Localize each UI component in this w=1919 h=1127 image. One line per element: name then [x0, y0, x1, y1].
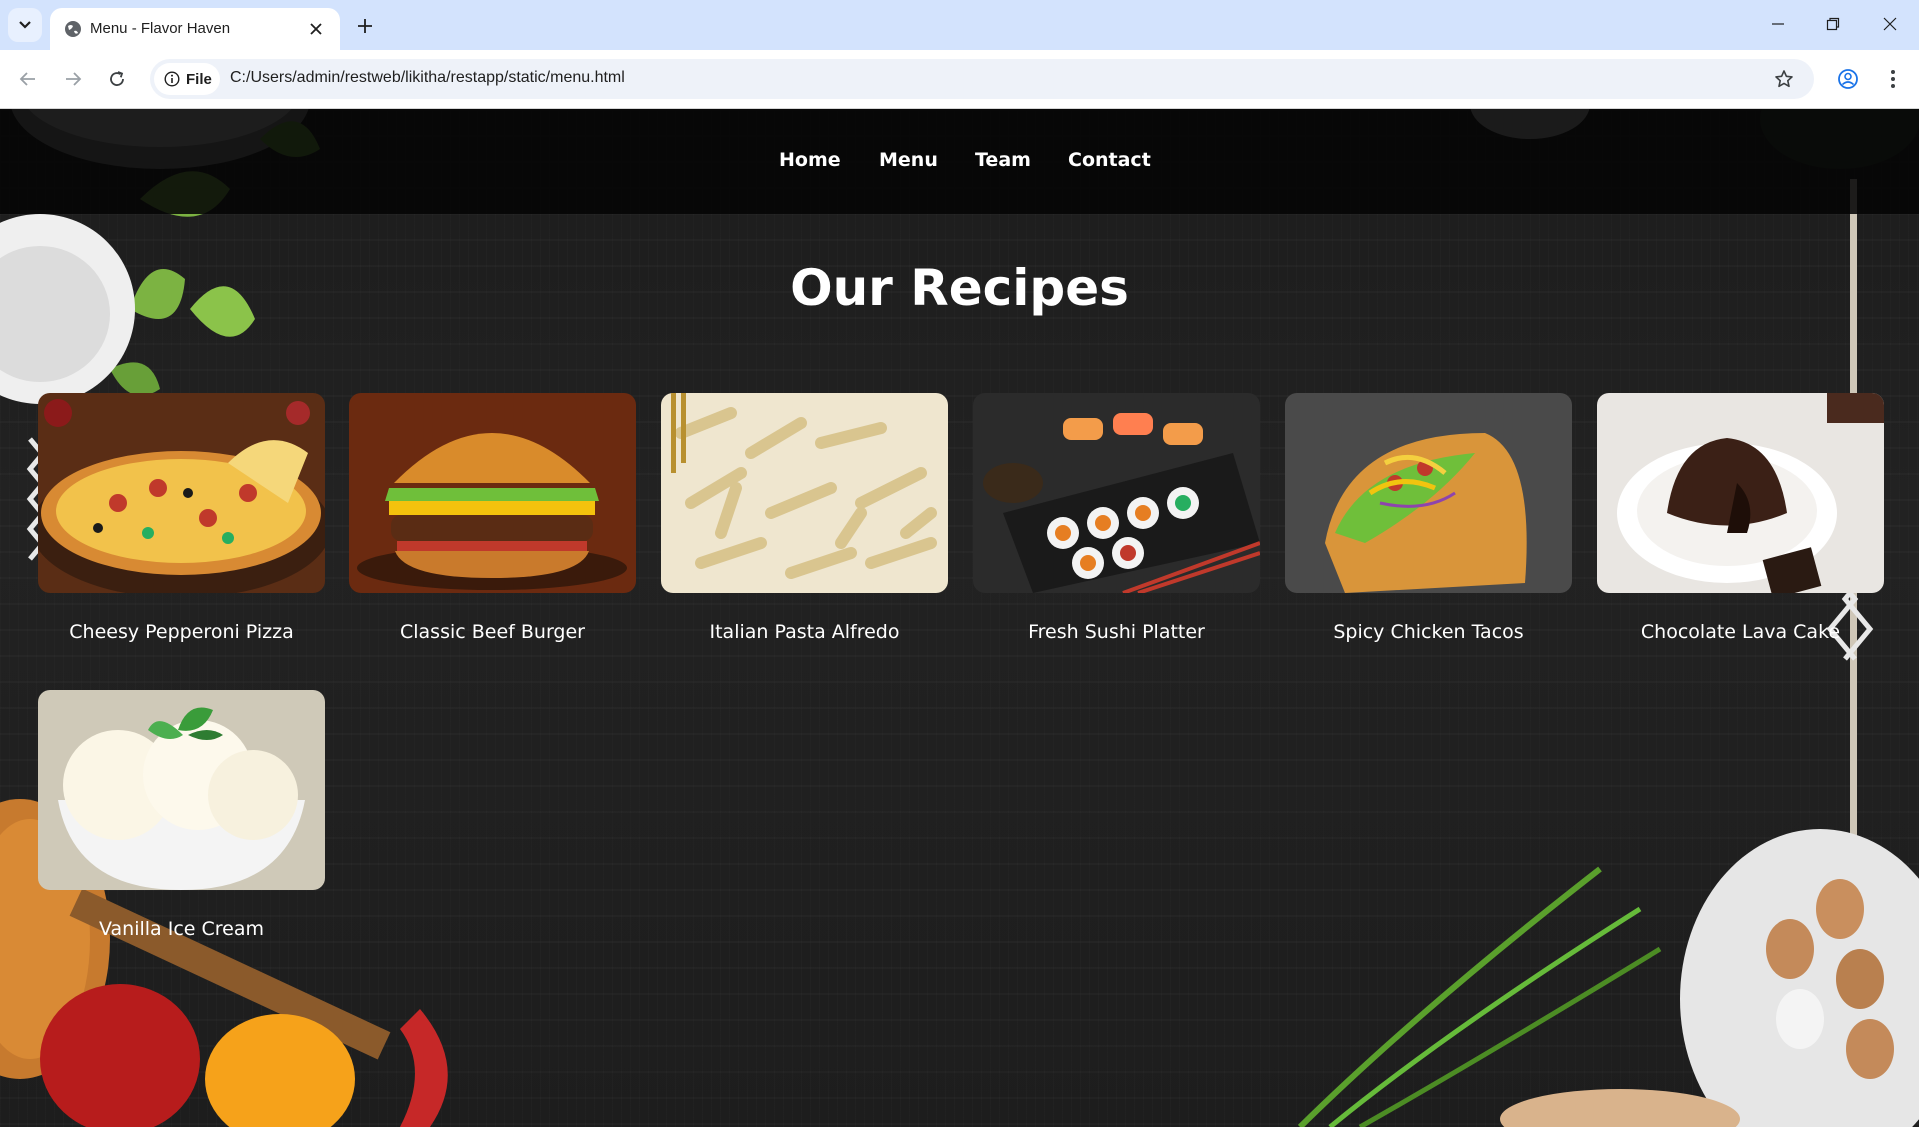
- arrow-left-icon: [19, 72, 35, 86]
- sushi-image: [973, 393, 1260, 593]
- profile-icon: [1838, 69, 1858, 89]
- recipe-name: Fresh Sushi Platter: [1028, 621, 1205, 643]
- recipe-card[interactable]: Spicy Chicken Tacos: [1285, 393, 1572, 643]
- close-tab-button[interactable]: [306, 19, 326, 39]
- lava-cake-image: [1597, 393, 1884, 593]
- recipe-name: Classic Beef Burger: [399, 621, 585, 643]
- nav-link-home[interactable]: Home: [779, 149, 841, 171]
- browser-tab-strip: Menu - Flavor Haven: [0, 0, 1919, 50]
- recipe-name: Cheesy Pepperoni Pizza: [69, 621, 294, 643]
- active-tab[interactable]: Menu - Flavor Haven: [50, 8, 340, 50]
- page-viewport: Home Menu Team Contact Our Recipes Chees…: [0, 109, 1919, 1127]
- star-icon: [1775, 70, 1793, 88]
- bookmark-button[interactable]: [1772, 67, 1796, 91]
- nav-link-team[interactable]: Team: [975, 149, 1031, 171]
- browser-toolbar: File C:/Users/admin/restweb/likitha/rest…: [0, 50, 1919, 109]
- pizza-image: [38, 393, 325, 593]
- restore-button[interactable]: [1819, 12, 1847, 36]
- nav-link-menu[interactable]: Menu: [879, 149, 938, 171]
- profile-button[interactable]: [1832, 63, 1864, 95]
- minimize-button[interactable]: [1764, 12, 1792, 36]
- recipe-card[interactable]: Italian Pasta Alfredo: [661, 393, 948, 643]
- site-navbar: Home Menu Team Contact: [0, 109, 1919, 214]
- pasta-image: [661, 393, 948, 593]
- recipe-name: Chocolate Lava Cake: [1640, 621, 1841, 643]
- close-icon: [1883, 17, 1897, 31]
- burger-image: [349, 393, 636, 593]
- recipe-card[interactable]: Chocolate Lava Cake: [1597, 393, 1884, 643]
- menu-button[interactable]: [1877, 63, 1909, 95]
- recipe-name: Spicy Chicken Tacos: [1333, 621, 1524, 643]
- globe-icon: [65, 21, 81, 37]
- plus-icon: [358, 19, 372, 33]
- arrow-right-icon: [66, 72, 82, 86]
- recipe-name: Italian Pasta Alfredo: [709, 621, 900, 643]
- url-text: C:/Users/admin/restweb/likitha/restapp/s…: [230, 69, 625, 86]
- tab-search-button[interactable]: [8, 8, 42, 42]
- recipe-card[interactable]: Fresh Sushi Platter: [973, 393, 1260, 643]
- close-window-button[interactable]: [1876, 12, 1904, 36]
- address-bar[interactable]: File C:/Users/admin/restweb/likitha/rest…: [150, 59, 1814, 99]
- forward-button[interactable]: [57, 63, 89, 95]
- recipe-name: Vanilla Ice Cream: [98, 918, 264, 940]
- recipe-card[interactable]: Classic Beef Burger: [349, 393, 636, 643]
- site-info-chip[interactable]: File: [154, 63, 220, 95]
- page-title: Our Recipes: [790, 259, 1129, 317]
- minimize-icon: [1772, 23, 1784, 25]
- reload-button[interactable]: [101, 63, 133, 95]
- recipe-card[interactable]: Cheesy Pepperoni Pizza: [38, 393, 325, 643]
- new-tab-button[interactable]: [352, 13, 378, 39]
- reload-icon: [110, 71, 124, 86]
- info-icon: [164, 71, 180, 87]
- tab-title: Menu - Flavor Haven: [90, 20, 231, 37]
- taco-image: [1285, 393, 1572, 593]
- chevron-down-icon: [19, 21, 31, 29]
- ice-cream-image: [38, 690, 325, 890]
- restore-icon: [1826, 17, 1840, 31]
- back-button[interactable]: [12, 63, 44, 95]
- recipe-card[interactable]: Vanilla Ice Cream: [38, 690, 325, 940]
- nav-link-contact[interactable]: Contact: [1068, 149, 1151, 171]
- close-icon: [310, 23, 322, 35]
- file-label: File: [186, 70, 212, 88]
- kebab-menu-icon: [1891, 70, 1895, 88]
